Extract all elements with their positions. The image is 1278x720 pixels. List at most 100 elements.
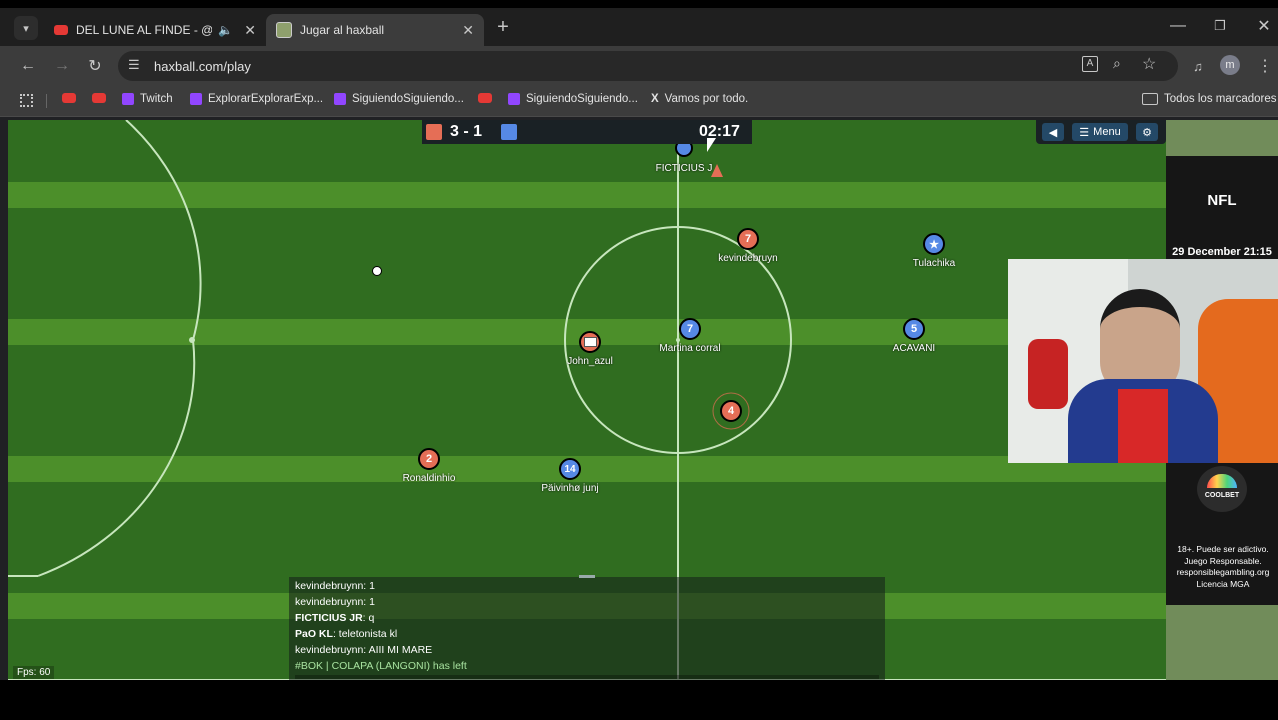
back-button[interactable]: ← (16, 54, 40, 78)
bookmark-label: SiguiendoSiguiendo... (526, 93, 638, 105)
menu-label: Menu (1093, 126, 1121, 138)
bookmarks-bar: Twitch ExplorarExplorarExp... SiguiendoS… (0, 86, 1278, 117)
new-tab-button[interactable]: + (491, 15, 515, 39)
toolbar: ← → ↻ ☰ haxball.com/play A ⌕ ☆ ♫ m ⋮ (0, 46, 1278, 86)
tab-title: Jugar al haxball (300, 23, 385, 37)
bookmark-label: ExplorarExplorarExp... (208, 93, 324, 105)
youtube-icon (92, 93, 106, 103)
penalty-arc (37, 120, 202, 577)
game-viewport: 7 kevindebruyn ★ Tulachika John_azul 7 M… (8, 120, 1278, 680)
webcam-microphone (1028, 339, 1068, 409)
player-name: John_azul (567, 356, 613, 367)
bookmark-siguiendo-1[interactable]: SiguiendoSiguiendo... (334, 93, 464, 105)
bookmark-label: SiguiendoSiguiendo... (352, 93, 464, 105)
match-date: 29 December 21:15 (1172, 246, 1272, 258)
tab-search-button[interactable]: ▾ (14, 16, 38, 40)
chat-resize-handle[interactable] (579, 575, 595, 578)
bookmark-x[interactable]: X Vamos por todo. (651, 93, 748, 105)
url-text[interactable]: haxball.com/play (154, 59, 251, 74)
chat-message: kevindebruynn: 1 (295, 596, 375, 608)
player-acavani: 5 (903, 318, 925, 340)
bookmark-youtube-1[interactable] (62, 93, 82, 103)
reload-button[interactable]: ↻ (83, 54, 107, 78)
player-name: Martina corral (659, 343, 721, 354)
player-john-azul (579, 331, 601, 353)
player-ronaldinhio: 2 (418, 448, 440, 470)
minimize-button[interactable]: — (1166, 14, 1190, 38)
red-team-badge (426, 124, 442, 140)
youtube-icon (62, 93, 76, 103)
twitch-icon (334, 93, 346, 105)
tab-haxball[interactable]: Jugar al haxball ✕ (266, 14, 484, 46)
site-settings-icon[interactable]: ☰ (128, 57, 140, 73)
bookmark-siguiendo-2[interactable]: SiguiendoSiguiendo... (508, 93, 638, 105)
tab-youtube[interactable]: DEL LUNE AL FINDE - @ITH 🔈 ✕ (44, 14, 266, 46)
media-controls-icon[interactable]: ♫ (1186, 54, 1210, 78)
flag-icon (583, 337, 597, 347)
chat-message: FICTICIUS JR: q (295, 612, 375, 624)
youtube-icon (54, 25, 68, 35)
fps-counter: Fps: 60 (13, 666, 55, 679)
coolbet-logo: COOLBET (1197, 466, 1247, 512)
player-name: Tulachika (912, 258, 956, 269)
nfl-logo: NFL (1207, 192, 1237, 209)
player-name: ACAVANI (892, 343, 936, 354)
x-logo-icon: X (651, 93, 659, 105)
twitch-icon (508, 93, 520, 105)
menu-button[interactable]: ☰ Menu (1072, 123, 1128, 141)
close-tab-icon[interactable]: ✕ (462, 22, 474, 39)
player-4: 4 (720, 400, 742, 422)
haxball-icon (276, 22, 292, 38)
webcam-overlay (1008, 259, 1278, 463)
sound-toggle-button[interactable]: ◀ (1042, 123, 1064, 141)
brand-mark-icon (1207, 474, 1237, 488)
hamburger-icon: ☰ (1079, 126, 1090, 139)
brand-label: COOLBET (1204, 492, 1240, 499)
webcam-shirt-stripe (1118, 389, 1168, 463)
pitch[interactable]: 7 kevindebruyn ★ Tulachika John_azul 7 M… (8, 120, 1166, 680)
youtube-icon (478, 93, 492, 103)
apps-grid-icon[interactable] (20, 94, 33, 107)
bookmark-star-icon[interactable]: ☆ (1142, 54, 1156, 74)
blue-team-badge (501, 124, 517, 140)
restore-button[interactable]: ❐ (1208, 14, 1232, 38)
chat-message: kevindebruynn: AIII MI MARE (295, 644, 433, 656)
divider (46, 94, 47, 108)
player-name: FICTICIUS J (655, 163, 713, 174)
chat-message: kevindebruynn: 1 (295, 580, 375, 592)
bookmark-explorar[interactable]: ExplorarExplorarExp... (190, 93, 323, 105)
browser-window: ▾ DEL LUNE AL FINDE - @ITH 🔈 ✕ Jugar al … (0, 8, 1278, 680)
address-bar[interactable]: ☰ haxball.com/play A ⌕ ☆ (118, 51, 1178, 81)
game-menu-bar: ◀ ☰ Menu ⚙ (1036, 120, 1166, 144)
match-timer: 02:17 (699, 123, 740, 140)
chat-message: PaO KL: teletonista kl (295, 628, 398, 640)
bookmark-twitch[interactable]: Twitch (122, 93, 173, 105)
chat-notice: #BOK | COLAPA (LANGONI) has left (295, 660, 467, 672)
bookmark-label: Todos los marcadores (1164, 93, 1277, 105)
chat-input[interactable] (295, 675, 879, 679)
player-paivinho: 14 (559, 458, 581, 480)
translate-icon[interactable]: A (1082, 56, 1098, 72)
forward-button[interactable]: → (50, 54, 74, 78)
player-kevindebruyn: 7 (737, 228, 759, 250)
penalty-spot (189, 337, 195, 343)
gear-icon: ⚙ (1142, 126, 1152, 139)
bookmark-youtube-2[interactable] (92, 93, 112, 103)
settings-button[interactable]: ⚙ (1136, 123, 1158, 141)
player-name: Päivinhø junj (541, 483, 599, 494)
close-tab-icon[interactable]: ✕ (244, 22, 256, 39)
tab-title: DEL LUNE AL FINDE - @ITH (76, 23, 212, 37)
bookmark-youtube-3[interactable] (478, 93, 498, 103)
close-window-button[interactable]: ✕ (1252, 14, 1276, 38)
more-menu-icon[interactable]: ⋮ (1253, 54, 1277, 78)
zoom-icon[interactable]: ⌕ (1113, 55, 1121, 72)
score-text: 3 - 1 (450, 123, 483, 140)
speaker-icon[interactable]: 🔈 (218, 23, 233, 37)
profile-avatar[interactable]: m (1220, 55, 1240, 75)
bookmark-label: Twitch (140, 93, 173, 105)
player-martina-corral: 7 (679, 318, 701, 340)
tab-bar: ▾ DEL LUNE AL FINDE - @ITH 🔈 ✕ Jugar al … (0, 8, 1278, 46)
all-bookmarks-folder[interactable]: Todos los marcadores (1142, 93, 1277, 105)
chat-panel: kevindebruynn: 1 kevindebruynn: 1 FICTIC… (289, 575, 885, 680)
player-name: kevindebruyn (718, 253, 778, 264)
